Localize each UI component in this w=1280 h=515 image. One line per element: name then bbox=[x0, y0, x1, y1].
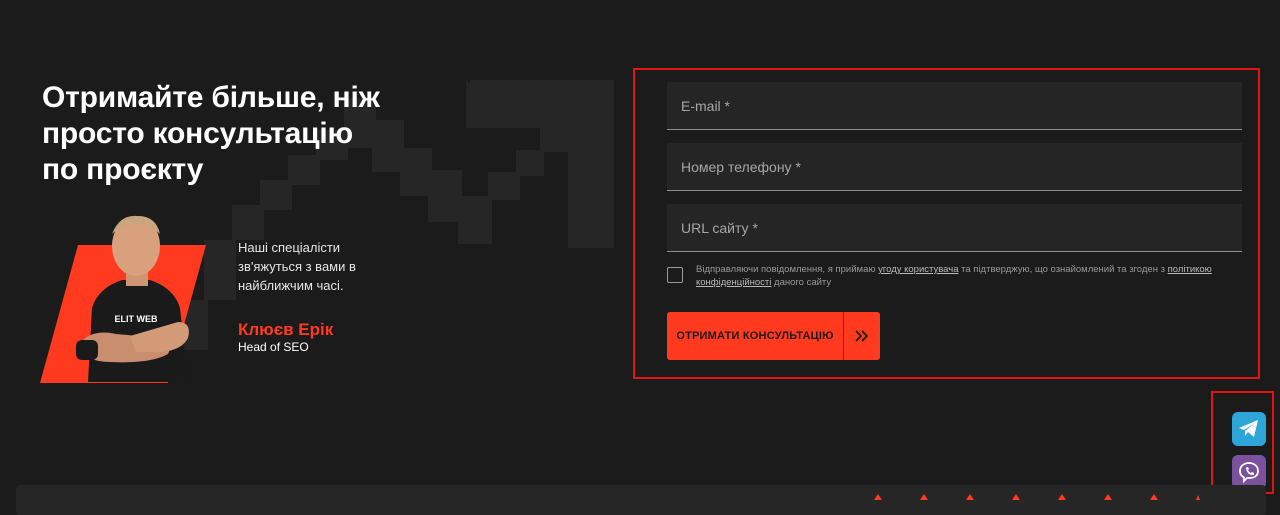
consent-middle: та підтверджую, що ознайомлений та згоде… bbox=[958, 264, 1168, 275]
expert-role: Head of SEO bbox=[238, 340, 309, 354]
get-consultation-label: ОТРИМАТИ КОНСУЛЬТАЦІЮ bbox=[676, 330, 834, 342]
url-field[interactable] bbox=[667, 204, 1242, 252]
viber-button[interactable] bbox=[1232, 455, 1266, 489]
expert-description: Наші спеціалісти зв'яжуться з вами в най… bbox=[238, 240, 356, 293]
email-field[interactable] bbox=[667, 82, 1242, 130]
consultation-form: Відправляючи повідомлення, я приймаю уго… bbox=[633, 68, 1260, 379]
avatar: ELIT WEB bbox=[76, 215, 189, 382]
consent-prefix: Відправляючи повідомлення, я приймаю bbox=[696, 264, 879, 275]
shirt-logo-text: ELIT WEB bbox=[115, 314, 158, 324]
decorative-dots bbox=[874, 494, 1200, 500]
double-chevron-right-icon bbox=[844, 330, 880, 342]
button-divider bbox=[843, 312, 844, 360]
expert-name: Клюєв Ерік bbox=[238, 320, 334, 339]
telegram-button[interactable] bbox=[1232, 412, 1266, 446]
consent-text: Відправляючи повідомлення, я приймаю уго… bbox=[696, 263, 1241, 289]
page-title: Отримайте більше, ніж просто консультаці… bbox=[42, 81, 380, 186]
phone-field[interactable] bbox=[667, 143, 1242, 191]
get-consultation-button[interactable]: ОТРИМАТИ КОНСУЛЬТАЦІЮ bbox=[667, 312, 880, 360]
user-agreement-link[interactable]: угоду користувача bbox=[878, 264, 958, 275]
consent-checkbox[interactable] bbox=[667, 267, 683, 283]
telegram-icon bbox=[1239, 420, 1258, 437]
viber-icon bbox=[1239, 462, 1259, 483]
consent-suffix: даного сайту bbox=[771, 277, 832, 288]
